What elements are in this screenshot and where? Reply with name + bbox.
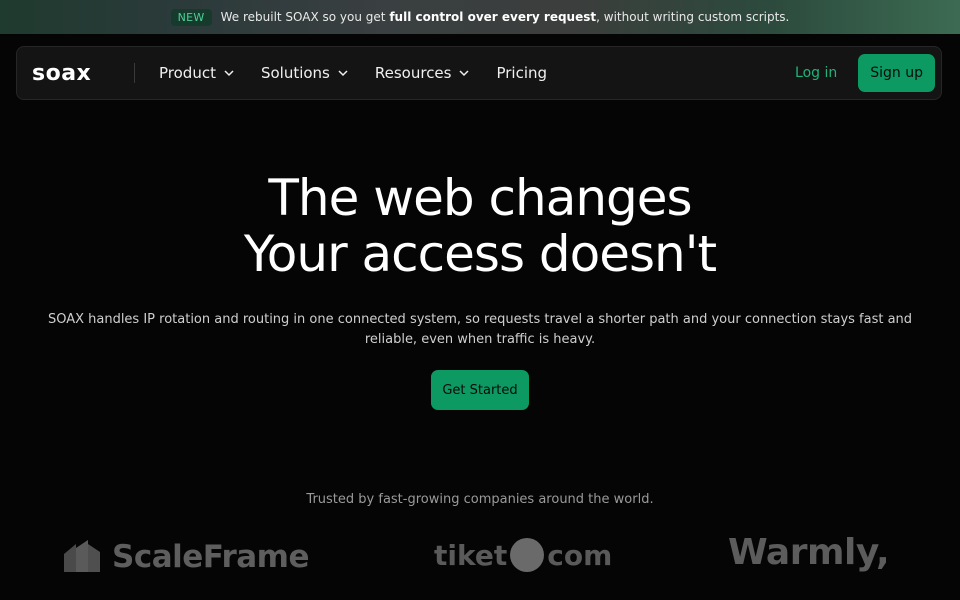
announcement-bar[interactable]: NEW We rebuilt SOAX so you get full cont… xyxy=(0,0,960,34)
hero-title-line-1: The web changes xyxy=(268,169,692,227)
hero-subtitle: SOAX handles IP rotation and routing in … xyxy=(47,312,913,347)
nav-divider xyxy=(134,63,135,83)
new-badge: NEW xyxy=(170,8,212,26)
tiket-wordmark-left: tiket xyxy=(434,538,508,572)
get-started-button[interactable]: Get Started xyxy=(431,370,529,410)
hero-title-line-2: Your access doesn't xyxy=(243,225,717,283)
chevron-down-icon xyxy=(224,70,234,77)
chevron-down-icon xyxy=(459,70,470,77)
nav-item-pricing[interactable]: Pricing xyxy=(496,64,547,82)
chevron-down-icon xyxy=(338,70,348,77)
announcement-text-after: , without writing custom scripts. xyxy=(596,10,790,24)
warmly-logo: Warmly, xyxy=(728,532,890,573)
scaleframe-logo: ScaleFrame xyxy=(62,538,310,576)
login-link[interactable]: Log in xyxy=(795,65,837,81)
nav-item-resources[interactable]: Resources xyxy=(375,64,470,82)
soax-logo[interactable]: soax xyxy=(32,61,118,86)
nav-item-label: Solutions xyxy=(260,64,330,82)
signup-button[interactable]: Sign up xyxy=(858,54,935,92)
scaleframe-icon xyxy=(64,540,100,572)
scaleframe-wordmark: ScaleFrame xyxy=(112,539,310,575)
tiket-wordmark-right: com xyxy=(547,538,613,572)
navbar: soax Product Solutions Resources Pricing… xyxy=(16,46,942,100)
nav-item-label: Pricing xyxy=(496,64,548,82)
nav-item-solutions[interactable]: Solutions xyxy=(261,64,348,82)
nav-item-label: Resources xyxy=(374,64,452,82)
nav-item-label: Product xyxy=(159,64,216,82)
nav-item-product[interactable]: Product xyxy=(159,64,234,82)
customer-logos: ScaleFrame tiket com Warmly, xyxy=(0,530,960,590)
tiket-logo: tiket com xyxy=(434,538,612,572)
hero-title: The web changes Your access doesn't xyxy=(0,170,960,282)
announcement-text-before: We rebuilt SOAX so you get xyxy=(220,10,390,24)
tiket-dot-icon xyxy=(510,538,545,572)
announcement-text-bold: full control over every request xyxy=(389,10,597,24)
trusted-caption: Trusted by fast-growing companies around… xyxy=(306,492,654,507)
